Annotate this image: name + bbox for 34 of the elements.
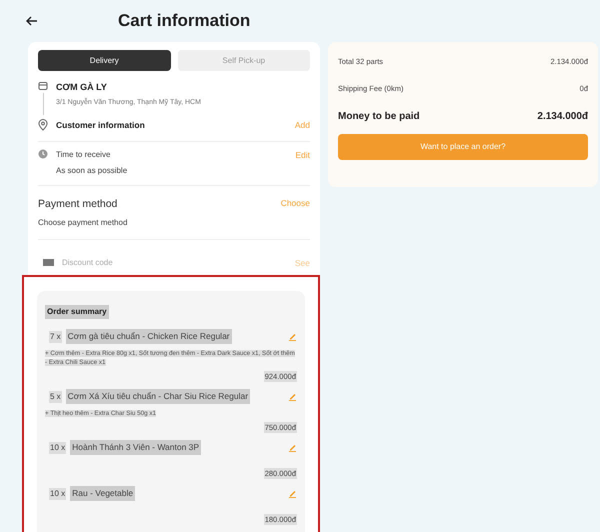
back-arrow-icon[interactable]	[26, 16, 38, 26]
item-name: Cơm gà tiêu chuẩn - Chicken Rice Regular	[66, 329, 232, 344]
grand-total-value: 2.134.000đ	[537, 110, 588, 124]
item-quantity: 5 x	[49, 390, 62, 403]
item-name: Hoành Thánh 3 Viên - Wanton 3P	[70, 440, 202, 455]
customer-info-label: Customer information	[56, 119, 146, 132]
payment-label: Payment method	[38, 196, 118, 212]
choose-link[interactable]: Choose	[280, 196, 310, 228]
item-name: Rau - Vegetable	[70, 486, 136, 501]
item-quantity: 10 x	[49, 442, 66, 454]
order-summary-title: Order summary	[45, 305, 109, 320]
edit-link[interactable]: Edit	[295, 148, 310, 177]
item-name: Cơm Xá Xíu tiêu chuẩn - Char Siu Rice Regular	[66, 389, 250, 404]
item-quantity: 10 x	[49, 488, 66, 500]
location-pin-icon	[38, 119, 48, 132]
pencil-icon[interactable]	[289, 489, 297, 498]
pencil-icon[interactable]	[289, 332, 297, 342]
store-name: CƠM GÀ LY	[56, 81, 108, 94]
place-order-button[interactable]: Want to place an order?	[338, 134, 588, 160]
time-value: As soon as possible	[56, 164, 128, 177]
pencil-icon[interactable]	[289, 443, 297, 452]
page-title: Cart information	[118, 10, 250, 32]
add-link[interactable]: Add	[294, 119, 310, 132]
discount-label: Discount code	[62, 256, 114, 269]
grand-total-label: Money to be paid	[338, 110, 420, 124]
pencil-icon[interactable]	[289, 392, 297, 402]
time-label: Time to receive	[56, 148, 112, 161]
payment-value: Choose payment method	[38, 216, 128, 228]
item-quantity: 7 x	[49, 330, 62, 343]
store-icon	[38, 81, 48, 91]
delivery-tab[interactable]: Delivery	[38, 50, 170, 71]
see-link[interactable]: See	[294, 256, 310, 270]
delivery-tab[interactable]: Self Pick-up	[178, 50, 310, 71]
clock-icon	[38, 148, 48, 159]
